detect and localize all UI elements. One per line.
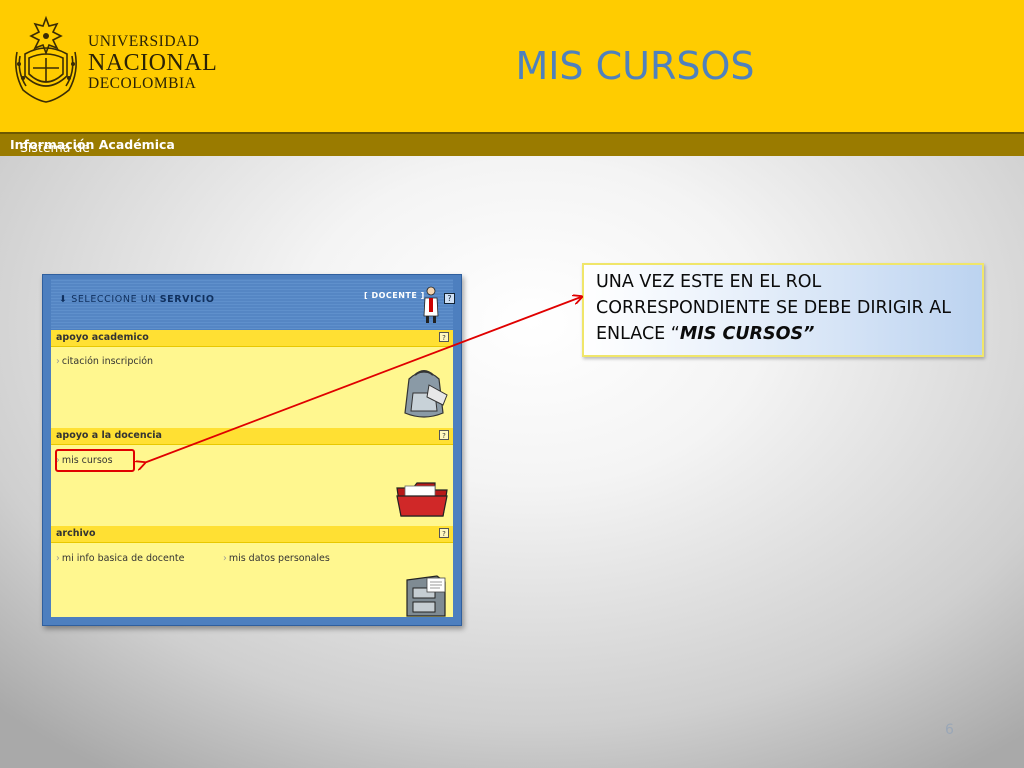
help-icon[interactable]: ? <box>439 528 449 538</box>
service-panel-body: apoyo academico ? citación inscripción a… <box>51 330 453 617</box>
section-title: apoyo a la docencia <box>56 430 162 441</box>
teacher-avatar-icon <box>423 286 439 323</box>
select-service-prefix: SELECCIONE UN <box>71 294 157 305</box>
section-header: apoyo a la docencia ? <box>51 428 453 445</box>
link-citacion-inscripcion[interactable]: citación inscripción <box>56 356 153 367</box>
role-badge[interactable]: [ DOCENTE ] <box>364 291 425 300</box>
backpack-icon <box>404 370 448 418</box>
system-subbar: Sistema de Información Académica <box>0 132 1024 156</box>
logo-line-1: UNIVERSIDAD <box>88 33 200 50</box>
header-bar: UNIVERSIDAD NACIONAL DECOLOMBIA MIS CURS… <box>0 0 1024 132</box>
instruction-callout: UNA VEZ ESTE EN EL ROL CORRESPONDIENTE S… <box>582 263 984 357</box>
subbar-plain-text: Sistema de <box>20 140 90 155</box>
service-panel-header: ⬇ SELECCIONE UN SERVICIO [ DOCENTE ] ? <box>51 279 455 329</box>
mis-cursos-highlight-box <box>55 449 135 472</box>
section-title: archivo <box>56 528 96 539</box>
help-icon[interactable]: ? <box>439 332 449 342</box>
section-archivo: archivo ? <box>51 526 453 543</box>
section-apoyo-academico: apoyo academico ? <box>51 330 453 347</box>
crest-icon <box>15 15 77 103</box>
help-icon[interactable]: ? <box>439 430 449 440</box>
link-mi-info-basica[interactable]: mi info basica de docente <box>56 553 185 564</box>
logo-line-3-prefix: DE <box>88 74 110 92</box>
section-apoyo-docencia: apoyo a la docencia ? <box>51 428 453 445</box>
section-title: apoyo academico <box>56 332 149 343</box>
callout-emphasis: MIS CURSOS” <box>679 324 815 344</box>
link-mis-datos-personales[interactable]: mis datos personales <box>223 553 330 564</box>
logo-line-3: COLOMBIA <box>109 74 197 92</box>
file-cabinet-icon <box>406 575 446 617</box>
select-service-label: ⬇ SELECCIONE UN SERVICIO <box>59 294 215 305</box>
page-title: MIS CURSOS <box>515 44 755 88</box>
section-header: archivo ? <box>51 526 453 543</box>
slide-number: 6 <box>945 722 954 738</box>
folder-icon <box>396 482 448 517</box>
select-service-bold: SERVICIO <box>159 294 215 305</box>
logo-line-2: NACIONAL <box>88 49 218 76</box>
university-logo: UNIVERSIDAD NACIONAL DECOLOMBIA <box>8 10 243 110</box>
section-header: apoyo academico ? <box>51 330 453 347</box>
header-help-icon[interactable]: ? <box>444 293 455 304</box>
down-arrow-icon: ⬇ <box>59 294 68 305</box>
